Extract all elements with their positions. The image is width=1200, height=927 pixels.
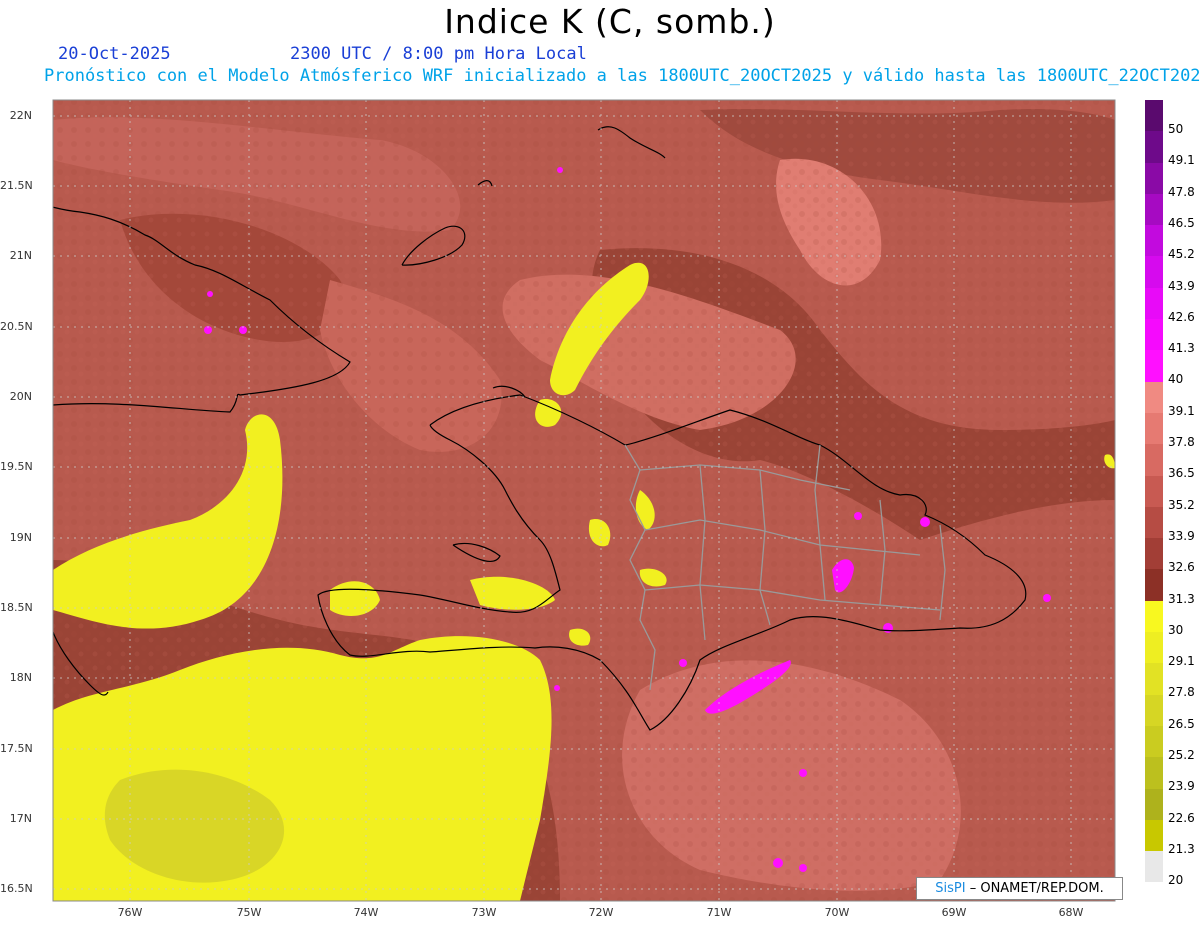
high-value-cell: [920, 517, 930, 527]
colorbar-swatch: [1145, 256, 1163, 288]
colorbar-label: 27.8: [1168, 685, 1195, 700]
lat-label: 17.5N: [0, 742, 33, 755]
colorbar-label: 29.1: [1168, 654, 1195, 669]
colorbar-label: 22.6: [1168, 810, 1195, 825]
lon-label: 75W: [236, 906, 262, 919]
colorbar-label: 43.9: [1168, 278, 1195, 293]
colorbar-label: 25.2: [1168, 748, 1195, 762]
colorbar-label: 30: [1168, 622, 1184, 637]
colorbar-label: 50: [1168, 122, 1184, 136]
lat-label: 17N: [9, 812, 32, 825]
credit-brand: SisPI: [935, 881, 966, 896]
lat-label: 20N: [9, 390, 32, 403]
weather-map: [52, 99, 1116, 902]
high-value-cell: [883, 623, 893, 633]
lon-label: 70W: [824, 906, 850, 919]
colorbar-swatch: [1145, 319, 1163, 351]
high-value-cell: [799, 864, 807, 872]
high-value-cell: [557, 167, 563, 173]
lat-label: 19N: [9, 531, 32, 544]
colorbar-swatch: [1145, 819, 1163, 852]
colorbar-swatch: [1145, 412, 1163, 445]
colorbar-swatch: [1145, 162, 1163, 194]
high-value-cell: [773, 858, 783, 868]
lat-label: 18N: [9, 671, 32, 684]
colorbar-label: 35.2: [1168, 497, 1195, 512]
colorbar-swatch: [1145, 225, 1163, 257]
colorbar-label: 47.8: [1168, 184, 1195, 199]
colorbar-label: 40: [1168, 372, 1184, 387]
lat-label: 19.5N: [0, 460, 33, 473]
high-value-cell: [679, 659, 687, 667]
colorbar-label: 32.6: [1168, 560, 1195, 575]
lat-label: 21.5N: [0, 179, 33, 192]
colorbar-swatch: [1145, 851, 1163, 883]
colorbar: [1145, 100, 1163, 883]
high-value-cell: [854, 512, 862, 520]
credit-text: – ONAMET/REP.DOM.: [969, 881, 1104, 896]
colorbar-swatch: [1145, 350, 1163, 382]
lon-label: 76W: [117, 906, 143, 919]
high-value-cell: [554, 685, 560, 691]
colorbar-label: 23.9: [1168, 779, 1195, 794]
colorbar-swatch: [1145, 287, 1163, 320]
colorbar-label: 41.3: [1168, 341, 1195, 356]
colorbar-swatch: [1145, 757, 1163, 789]
lon-label: 72W: [588, 906, 614, 919]
colorbar-label: 21.3: [1168, 841, 1195, 856]
lon-label: 73W: [471, 906, 497, 919]
lat-label: 21N: [9, 249, 32, 262]
high-value-cell: [1043, 594, 1051, 602]
lon-label: 69W: [941, 906, 967, 919]
high-value-cell: [799, 769, 807, 777]
lon-label: 68W: [1058, 906, 1084, 919]
colorbar-swatch: [1145, 632, 1163, 664]
colorbar-label: 33.9: [1168, 528, 1195, 543]
colorbar-swatch: [1145, 100, 1163, 132]
lon-label: 74W: [353, 906, 379, 919]
colorbar-label: 37.8: [1168, 435, 1195, 449]
colorbar-swatch: [1145, 725, 1163, 758]
colorbar-label: 45.2: [1168, 247, 1195, 262]
lat-label: 16.5N: [0, 882, 33, 895]
lat-label: 18.5N: [0, 601, 33, 614]
colorbar-swatch: [1145, 663, 1163, 695]
colorbar-swatch: [1145, 694, 1163, 726]
colorbar-swatch: [1145, 506, 1163, 539]
lon-label: 71W: [706, 906, 732, 919]
colorbar-swatch: [1145, 444, 1163, 476]
colorbar-label: 36.5: [1168, 466, 1195, 481]
colorbar-swatch: [1145, 538, 1163, 570]
colorbar-swatch: [1145, 475, 1163, 507]
colorbar-label: 31.3: [1168, 591, 1195, 606]
high-value-cell: [207, 291, 213, 297]
colorbar-swatch: [1145, 788, 1163, 820]
colorbar-label: 49.1: [1168, 153, 1195, 168]
colorbar-swatch: [1145, 381, 1163, 413]
colorbar-swatch: [1145, 600, 1163, 633]
colorbar-swatch: [1145, 131, 1163, 163]
lat-label: 22N: [9, 109, 32, 122]
colorbar-swatch: [1145, 569, 1163, 601]
colorbar-label: 42.6: [1168, 309, 1195, 324]
colorbar-swatch: [1145, 193, 1163, 226]
colorbar-label: 26.5: [1168, 716, 1195, 731]
colorbar-label: 39.1: [1168, 403, 1195, 418]
lat-label: 20.5N: [0, 320, 33, 333]
colorbar-label: 20: [1168, 873, 1184, 888]
credit-box: SisPI – ONAMET/REP.DOM.: [916, 877, 1123, 900]
colorbar-label: 46.5: [1168, 215, 1195, 230]
